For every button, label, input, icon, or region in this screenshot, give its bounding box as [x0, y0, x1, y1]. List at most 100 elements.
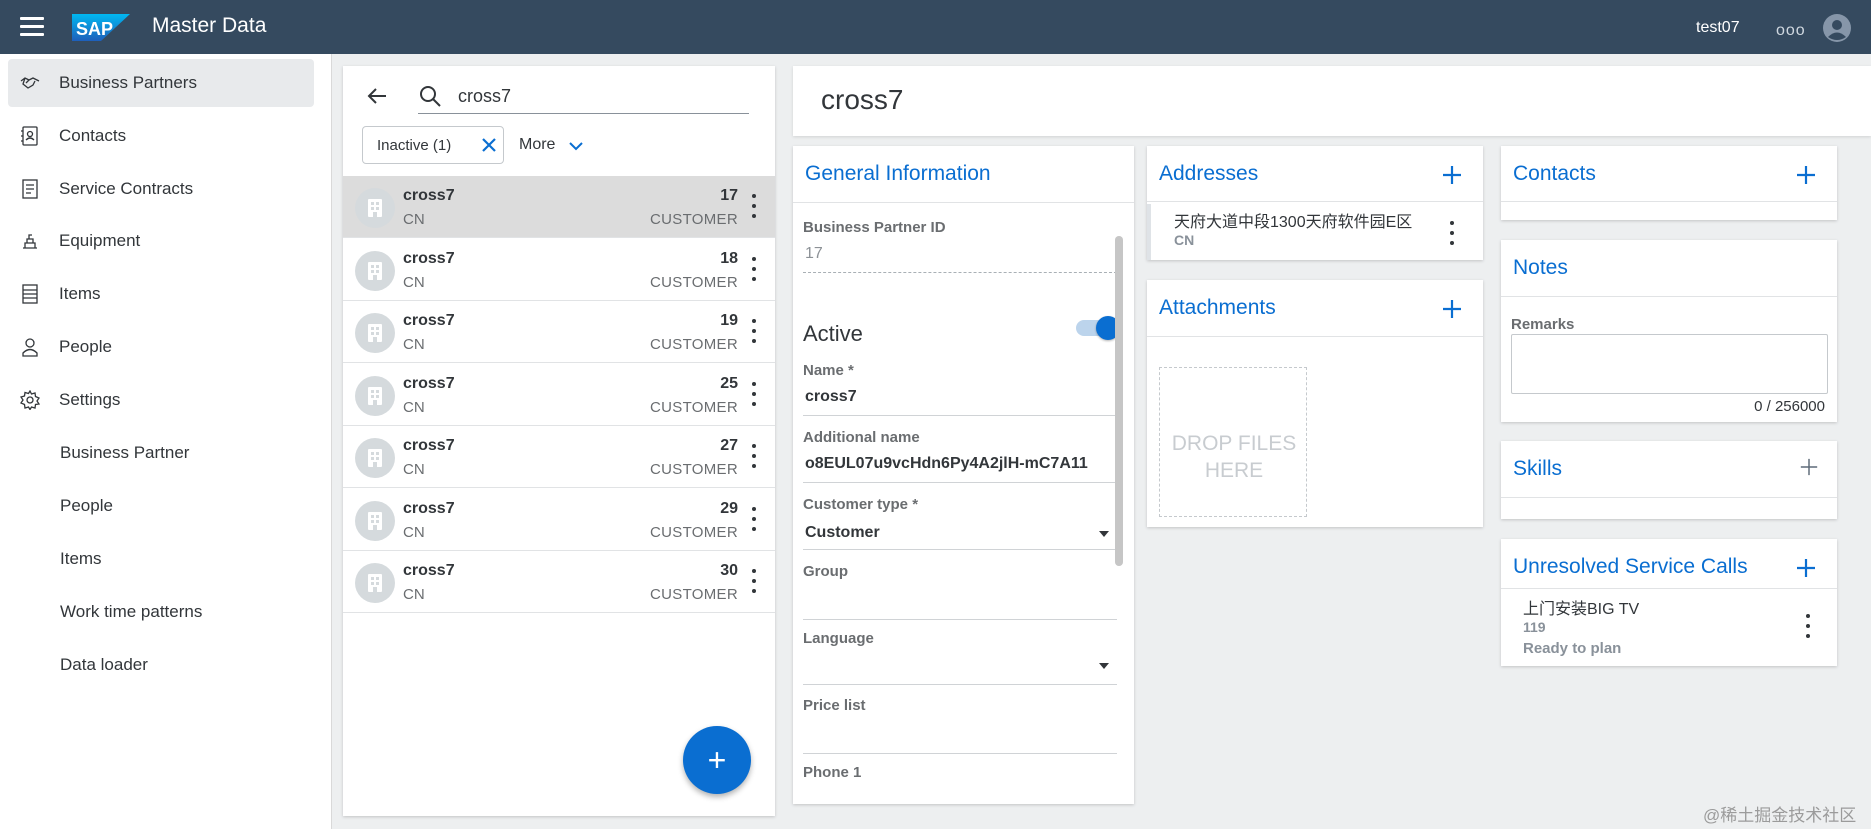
row-id: 17 — [720, 187, 738, 204]
bp-id-value: 17 — [805, 245, 823, 262]
sap-logo[interactable]: SAP — [72, 14, 130, 41]
more-filters-button[interactable]: More — [519, 136, 555, 154]
hamburger-menu-icon[interactable] — [20, 17, 44, 37]
additional-name-field[interactable]: o8EUL07u9vcHdn6Py4A2jlH-mC7A11 — [805, 455, 1088, 473]
nav-label: Items — [60, 549, 102, 568]
language-label: Language — [803, 630, 874, 647]
remarks-textarea[interactable] — [1511, 334, 1828, 394]
close-icon[interactable] — [481, 137, 497, 153]
nav-subitem-business-partner[interactable]: Business Partner — [8, 429, 314, 477]
unresolved-service-calls-card: Unresolved Service Calls 上门安装BIG TV 119 … — [1501, 539, 1837, 666]
watermark: @稀土掘金技术社区 — [1703, 806, 1857, 825]
nav-item-items[interactable]: Items — [8, 270, 314, 318]
row-name: cross7 — [403, 249, 455, 267]
field-underline — [803, 549, 1117, 550]
group-field[interactable] — [803, 619, 1117, 620]
service-call-title[interactable]: 上门安装BIG TV — [1523, 595, 1639, 619]
list-item[interactable]: cross7 CN 19 CUSTOMER — [343, 301, 775, 363]
field-underline — [803, 415, 1117, 416]
add-attachment-plus-icon[interactable] — [1441, 298, 1463, 320]
row-more-icon[interactable] — [751, 381, 757, 406]
back-arrow-icon[interactable] — [365, 84, 389, 108]
customer-type-select[interactable]: Customer — [805, 524, 880, 542]
app-title: Master Data — [152, 14, 267, 37]
row-more-icon[interactable] — [751, 256, 757, 281]
field-underline — [803, 482, 1117, 483]
search-input[interactable] — [458, 83, 738, 109]
list-item[interactable]: cross7 CN 27 CUSTOMER — [343, 426, 775, 488]
row-more-icon[interactable] — [751, 194, 757, 218]
nav-item-business-partners[interactable]: Business Partners — [8, 59, 314, 107]
user-avatar-icon[interactable] — [1823, 14, 1851, 42]
nav-subitem-items[interactable]: Items — [8, 535, 314, 583]
dropdown-arrow-icon[interactable] — [1099, 663, 1109, 669]
row-country: CN — [403, 336, 425, 353]
customer-type-label: Customer type * — [803, 496, 919, 513]
nav-label: People — [59, 337, 112, 356]
row-more-icon[interactable] — [751, 319, 757, 343]
remarks-label: Remarks — [1511, 316, 1575, 333]
search-icon[interactable] — [418, 84, 442, 108]
list-item[interactable]: cross7 CN 17 CUSTOMER — [343, 176, 775, 238]
row-type: CUSTOMER — [650, 461, 738, 478]
nav-subitem-work-time-patterns[interactable]: Work time patterns — [8, 588, 314, 636]
add-business-partner-button[interactable]: + — [683, 726, 751, 794]
chevron-down-icon[interactable] — [568, 140, 584, 152]
price-list-field[interactable] — [803, 753, 1117, 754]
scrollbar-thumb[interactable] — [1115, 236, 1123, 566]
name-label: Name * — [803, 362, 854, 379]
gear-icon — [20, 390, 40, 410]
file-drop-zone[interactable]: DROP FILES HERE — [1159, 367, 1307, 517]
list-item[interactable]: cross7 CN 30 CUSTOMER — [343, 551, 775, 613]
nav-label: Service Contracts — [59, 179, 194, 198]
nav-label: Contacts — [59, 126, 127, 145]
filter-chip-inactive[interactable]: Inactive (1) — [362, 126, 504, 164]
user-name[interactable]: test07 — [1696, 19, 1740, 37]
nav-subitem-people[interactable]: People — [8, 482, 314, 530]
price-list-label: Price list — [803, 697, 866, 714]
scrollbar[interactable] — [1115, 236, 1123, 566]
overflow-menu-icon[interactable]: ooo — [1776, 22, 1806, 40]
card-divider — [1501, 588, 1837, 589]
card-title: General Information — [805, 162, 991, 185]
row-type: CUSTOMER — [650, 273, 738, 291]
active-toggle[interactable] — [1076, 316, 1120, 340]
service-call-more-icon[interactable] — [1805, 614, 1811, 638]
row-type: CUSTOMER — [650, 336, 738, 353]
contacts-card: Contacts — [1501, 146, 1837, 220]
row-id: 27 — [720, 437, 738, 454]
add-address-plus-icon[interactable] — [1441, 164, 1463, 186]
name-field[interactable]: cross7 — [805, 388, 857, 406]
row-more-icon[interactable] — [751, 569, 757, 593]
nav-item-contacts[interactable]: Contacts — [8, 112, 314, 160]
building-icon — [355, 563, 395, 603]
add-service-call-plus-icon[interactable] — [1795, 557, 1817, 579]
row-country: CN — [403, 586, 425, 603]
attachments-card: Attachments DROP FILES HERE — [1147, 280, 1483, 527]
plus-icon: + — [707, 742, 727, 778]
add-contact-plus-icon[interactable] — [1795, 164, 1817, 186]
row-id: 29 — [720, 499, 738, 517]
row-id: 19 — [720, 312, 738, 329]
row-id: 18 — [720, 249, 738, 267]
add-skill-plus-icon[interactable] — [1799, 457, 1819, 477]
row-more-icon[interactable] — [751, 506, 757, 531]
list-item[interactable]: cross7 CN 25 CUSTOMER — [343, 364, 775, 426]
building-icon — [355, 313, 395, 353]
address-line[interactable]: 天府大道中段1300天府软件园E区 — [1174, 208, 1412, 232]
dropdown-arrow-icon[interactable] — [1099, 531, 1109, 537]
row-more-icon[interactable] — [751, 444, 757, 468]
card-divider — [1501, 497, 1837, 498]
nav-item-equipment[interactable]: Equipment — [8, 217, 314, 265]
address-indicator — [1147, 204, 1151, 260]
nav-item-settings[interactable]: Settings — [8, 376, 314, 424]
nav-subitem-data-loader[interactable]: Data loader — [8, 641, 314, 689]
address-more-icon[interactable] — [1449, 221, 1455, 245]
nav-item-people[interactable]: People — [8, 323, 314, 371]
language-select[interactable] — [803, 684, 1117, 685]
card-divider — [1147, 336, 1483, 337]
list-item[interactable]: cross7 CN 18 CUSTOMER — [343, 239, 775, 301]
nav-item-service-contracts[interactable]: Service Contracts — [8, 165, 314, 213]
list-item[interactable]: cross7 CN 29 CUSTOMER — [343, 489, 775, 551]
contact-card-icon — [21, 126, 38, 146]
